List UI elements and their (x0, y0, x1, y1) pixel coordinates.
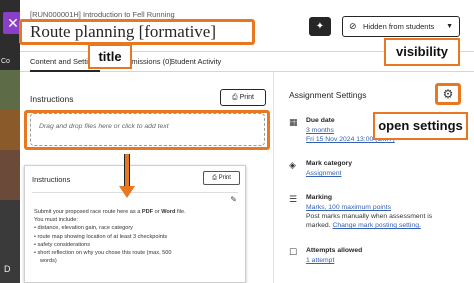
preview-item: • route map showing location of at least… (34, 233, 168, 240)
printer-icon: ⎙ (232, 94, 240, 101)
preview-item: • distance, elevation gain, race categor… (34, 225, 133, 232)
open-settings-annotation-label: open settings (373, 112, 468, 140)
instructions-preview-card: Instructions ⎙ Print ✎ Submit your propo… (24, 165, 246, 283)
due-date-duration-link[interactable]: 3 months (306, 127, 334, 134)
backdrop-text: Co (1, 58, 10, 65)
marking-label: Marking (306, 194, 333, 201)
preview-intro: Submit your proposed race route here as … (34, 209, 186, 215)
chevron-down-icon: ▼ (446, 23, 453, 30)
instructions-heading: Instructions (30, 94, 74, 104)
preview-print-button[interactable]: ⎙ Print (203, 171, 240, 185)
down-arrow-icon (119, 186, 135, 198)
preview-item-continued: words) (40, 258, 57, 265)
calendar-icon: ▦ (289, 117, 298, 127)
preview-print-label: Print (218, 175, 231, 181)
dropzone-highlight-box (24, 110, 270, 150)
hidden-eye-icon: ⊘ (349, 21, 357, 31)
preview-item: • short reflection on why you chose this… (34, 250, 172, 257)
sparkle-icon: ✦ (315, 21, 325, 32)
attempts-link[interactable]: 1 attempt (306, 257, 334, 264)
marking-icon: ☰ (289, 194, 298, 204)
mark-category-label: Mark category (306, 160, 353, 167)
left-backdrop-strip: Co D (0, 0, 20, 283)
breadcrumb[interactable]: [RUN000001H] Introduction to Fell Runnin… (30, 10, 175, 19)
due-date-label: Due date (306, 117, 335, 124)
backdrop-text: D (4, 264, 11, 274)
down-arrow-shaft (124, 154, 130, 188)
settings-gear-highlight-box (435, 83, 461, 105)
assignment-settings-heading: Assignment Settings (289, 90, 367, 100)
preview-heading: Instructions (32, 175, 71, 184)
edit-pencil-icon[interactable]: ✎ (230, 195, 237, 204)
tag-icon: ◈ (289, 160, 296, 170)
attempts-label: Attempts allowed (306, 247, 363, 254)
divider (32, 192, 238, 193)
marking-value-link[interactable]: Marks, 100 maximum points (306, 204, 391, 211)
visibility-dropdown[interactable]: ⊘ Hidden from students ▼ (342, 16, 460, 37)
print-label: Print (239, 94, 254, 101)
mark-category-link[interactable]: Assignment (306, 170, 342, 177)
print-button[interactable]: ⎙ Print (220, 89, 266, 106)
preview-body: Submit your proposed race route here as … (34, 208, 239, 265)
preview-must-include: You must include: (34, 217, 78, 224)
title-highlight-box (19, 19, 255, 45)
marking-note-2: marked. Change mark posting setting. (306, 222, 421, 229)
visibility-label: Hidden from students (363, 22, 435, 31)
checkbox-icon: ☐ (289, 247, 298, 257)
preview-item: • safety considerations (34, 241, 91, 248)
tab-student-activity[interactable]: Student Activity (170, 57, 221, 66)
visibility-annotation-label: visibility (384, 38, 460, 66)
ai-assist-button[interactable]: ✦ (309, 17, 331, 36)
marking-note: Post marks manually when assessment is (306, 213, 433, 220)
change-mark-posting-link[interactable]: Change mark posting setting. (332, 222, 420, 229)
title-annotation-label: title (88, 44, 132, 69)
close-icon: ✕ (7, 15, 19, 31)
